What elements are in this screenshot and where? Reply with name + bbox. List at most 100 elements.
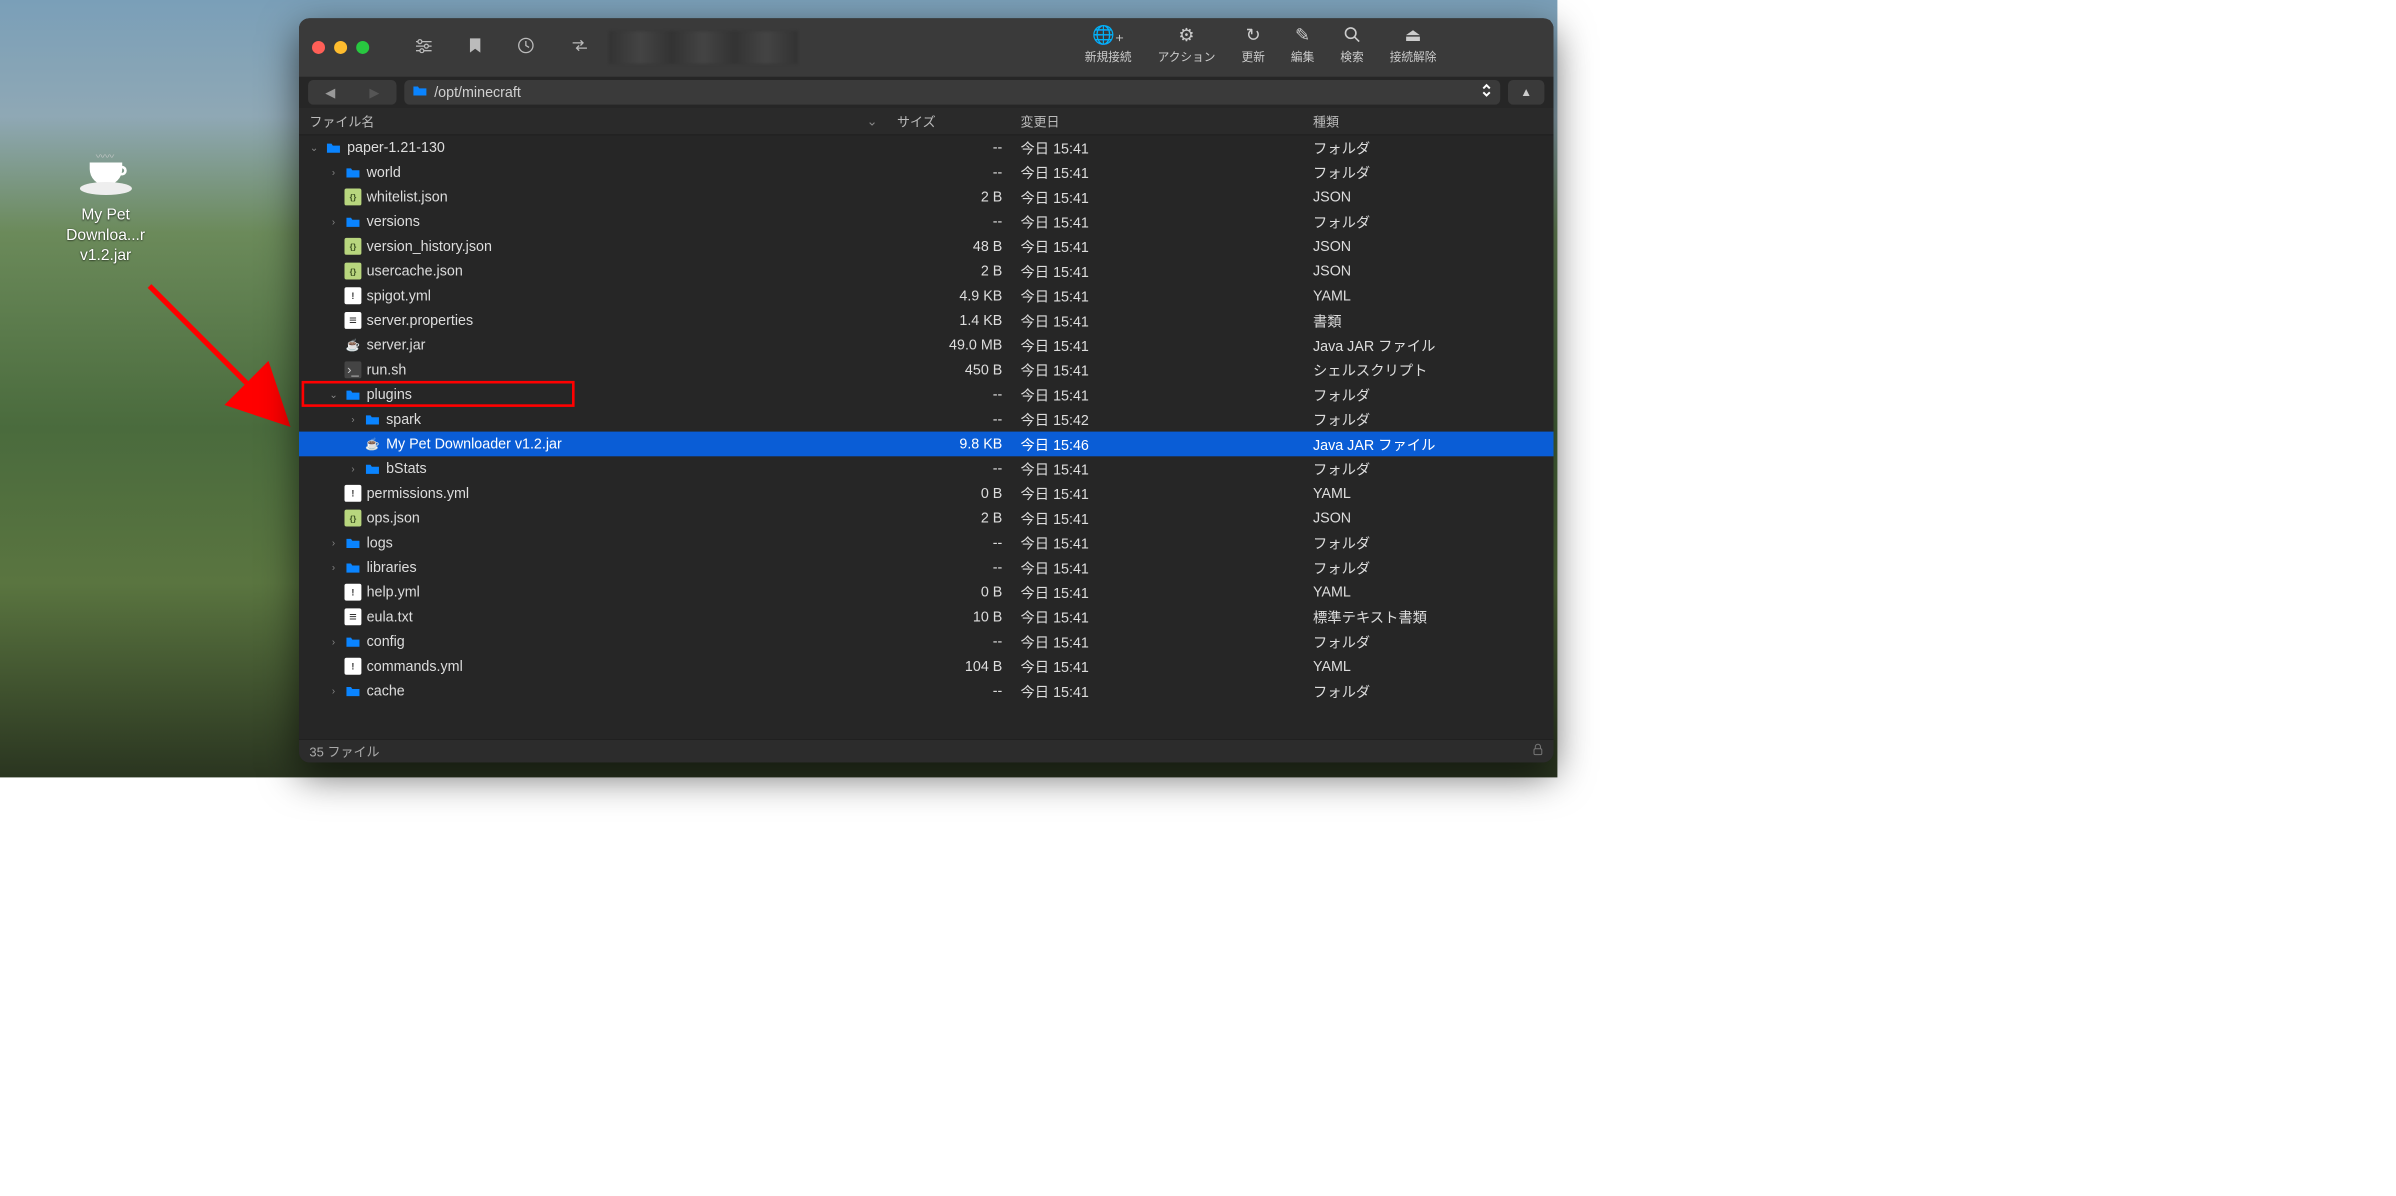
json-icon: {} bbox=[345, 263, 362, 280]
settings-icon[interactable] bbox=[415, 37, 433, 57]
file-row[interactable]: ›versions--今日 15:41フォルダ bbox=[299, 209, 1554, 234]
file-row[interactable]: ›config--今日 15:41フォルダ bbox=[299, 629, 1554, 654]
file-row[interactable]: ›spark--今日 15:42フォルダ bbox=[299, 407, 1554, 432]
disclosure-icon[interactable]: › bbox=[328, 636, 340, 647]
file-row[interactable]: ›cache--今日 15:41フォルダ bbox=[299, 679, 1554, 704]
file-size: -- bbox=[890, 534, 1014, 551]
file-size: -- bbox=[890, 213, 1014, 230]
disclosure-icon[interactable]: › bbox=[347, 414, 359, 425]
action-button[interactable]: ⚙︎ アクション bbox=[1158, 23, 1216, 65]
disclosure-icon[interactable]: › bbox=[347, 463, 359, 474]
file-name: server.properties bbox=[367, 312, 474, 329]
file-size: 2 B bbox=[890, 189, 1014, 206]
disclosure-icon[interactable]: › bbox=[328, 685, 340, 696]
disclosure-icon[interactable]: › bbox=[328, 562, 340, 573]
file-size: 1.4 KB bbox=[890, 312, 1014, 329]
file-kind: 書類 bbox=[1307, 310, 1554, 331]
file-row[interactable]: ☕server.jar49.0 MB今日 15:41Java JAR ファイル bbox=[299, 333, 1554, 358]
disconnect-button[interactable]: ⏏ 接続解除 bbox=[1390, 23, 1437, 65]
transfer-icon[interactable] bbox=[570, 37, 590, 57]
file-size: -- bbox=[890, 633, 1014, 650]
nav-forward-button[interactable]: ▶ bbox=[352, 80, 396, 105]
path-dropdown-icon[interactable] bbox=[1481, 83, 1493, 103]
file-name: cache bbox=[367, 683, 405, 700]
column-date-header[interactable]: 変更日 bbox=[1014, 112, 1307, 131]
file-date: 今日 15:41 bbox=[1014, 631, 1307, 652]
disclosure-icon[interactable]: › bbox=[328, 537, 340, 548]
file-kind: JSON bbox=[1307, 510, 1554, 527]
disclosure-icon[interactable]: › bbox=[328, 216, 340, 227]
file-size: 4.9 KB bbox=[890, 287, 1014, 304]
file-date: 今日 15:41 bbox=[1014, 285, 1307, 306]
titlebar: 🌐₊ 新規接続 ⚙︎ アクション ↻ 更新 ✎ 編集 bbox=[299, 18, 1554, 77]
file-name: usercache.json bbox=[367, 263, 463, 280]
file-date: 今日 15:41 bbox=[1014, 261, 1307, 282]
file-row[interactable]: ›world--今日 15:41フォルダ bbox=[299, 160, 1554, 185]
bookmark-icon[interactable] bbox=[469, 37, 482, 58]
json-icon: {} bbox=[345, 189, 362, 206]
file-row[interactable]: ≡server.properties1.4 KB今日 15:41書類 bbox=[299, 308, 1554, 333]
file-row[interactable]: {}usercache.json2 B今日 15:41JSON bbox=[299, 259, 1554, 284]
file-row[interactable]: ›bStats--今日 15:41フォルダ bbox=[299, 456, 1554, 481]
file-date: 今日 15:42 bbox=[1014, 409, 1307, 430]
file-date: 今日 15:41 bbox=[1014, 458, 1307, 479]
file-row[interactable]: {}whitelist.json2 B今日 15:41JSON bbox=[299, 185, 1554, 210]
file-row[interactable]: {}version_history.json48 B今日 15:41JSON bbox=[299, 234, 1554, 259]
file-row[interactable]: ›logs--今日 15:41フォルダ bbox=[299, 530, 1554, 555]
file-kind: フォルダ bbox=[1307, 557, 1554, 578]
file-kind: YAML bbox=[1307, 658, 1554, 675]
file-row[interactable]: !help.yml0 B今日 15:41YAML bbox=[299, 580, 1554, 605]
window-title-blurred bbox=[609, 31, 798, 64]
search-icon bbox=[1344, 23, 1361, 45]
file-name: config bbox=[367, 633, 405, 650]
folder-icon bbox=[364, 411, 381, 428]
file-row[interactable]: ☕My Pet Downloader v1.2.jar9.8 KB今日 15:4… bbox=[299, 432, 1554, 457]
column-kind-header[interactable]: 種類 bbox=[1307, 112, 1554, 131]
refresh-button[interactable]: ↻ 更新 bbox=[1242, 23, 1265, 65]
path-field[interactable]: /opt/minecraft bbox=[404, 80, 1500, 105]
path-bar: ◀ ▶ /opt/minecraft ▲ bbox=[299, 77, 1554, 108]
file-date: 今日 15:41 bbox=[1014, 310, 1307, 331]
file-name: run.sh bbox=[367, 361, 407, 378]
file-kind: フォルダ bbox=[1307, 458, 1554, 479]
yaml-icon: ! bbox=[345, 485, 362, 502]
file-list[interactable]: ⌄paper-1.21-130--今日 15:41フォルダ›world--今日 … bbox=[299, 135, 1554, 733]
file-kind: フォルダ bbox=[1307, 681, 1554, 702]
desktop-file-icon[interactable]: 〰〰 My Pet Downloa...r v1.2.jar bbox=[49, 156, 163, 266]
file-kind: フォルダ bbox=[1307, 211, 1554, 232]
file-row[interactable]: !commands.yml104 B今日 15:41YAML bbox=[299, 654, 1554, 679]
file-row[interactable]: !permissions.yml0 B今日 15:41YAML bbox=[299, 481, 1554, 506]
file-row[interactable]: ›_run.sh450 B今日 15:41シェルスクリプト bbox=[299, 358, 1554, 383]
column-name-header[interactable]: ファイル名⌄ bbox=[299, 112, 890, 131]
maximize-window-button[interactable] bbox=[356, 41, 369, 54]
file-row[interactable]: !spigot.yml4.9 KB今日 15:41YAML bbox=[299, 283, 1554, 308]
edit-button[interactable]: ✎ 編集 bbox=[1291, 23, 1314, 65]
close-window-button[interactable] bbox=[312, 41, 325, 54]
minimize-window-button[interactable] bbox=[334, 41, 347, 54]
disclosure-icon[interactable]: ⌄ bbox=[308, 142, 320, 154]
search-button[interactable]: 検索 bbox=[1340, 23, 1363, 65]
new-connection-button[interactable]: 🌐₊ 新規接続 bbox=[1085, 23, 1132, 65]
folder-icon bbox=[345, 386, 362, 403]
disclosure-icon[interactable]: › bbox=[328, 167, 340, 178]
file-name: bStats bbox=[386, 460, 427, 477]
file-row[interactable]: ≡eula.txt10 B今日 15:41標準テキスト書類 bbox=[299, 605, 1554, 630]
history-icon[interactable] bbox=[517, 37, 534, 58]
folder-icon bbox=[325, 139, 342, 156]
file-size: 0 B bbox=[890, 584, 1014, 601]
disclosure-icon[interactable]: ⌄ bbox=[328, 389, 340, 401]
go-up-button[interactable]: ▲ bbox=[1508, 80, 1544, 105]
nav-back-button[interactable]: ◀ bbox=[308, 80, 352, 105]
file-row[interactable]: ›libraries--今日 15:41フォルダ bbox=[299, 555, 1554, 580]
column-size-header[interactable]: サイズ bbox=[890, 112, 1014, 131]
file-size: -- bbox=[890, 164, 1014, 181]
file-row[interactable]: ⌄paper-1.21-130--今日 15:41フォルダ bbox=[299, 135, 1554, 160]
jar-icon: ☕ bbox=[364, 435, 381, 452]
folder-icon bbox=[345, 213, 362, 230]
file-row[interactable]: {}ops.json2 B今日 15:41JSON bbox=[299, 506, 1554, 531]
file-size: -- bbox=[890, 411, 1014, 428]
file-size: 10 B bbox=[890, 608, 1014, 625]
pencil-icon: ✎ bbox=[1295, 23, 1310, 45]
file-row[interactable]: ⌄plugins--今日 15:41フォルダ bbox=[299, 382, 1554, 407]
file-name: permissions.yml bbox=[367, 485, 470, 502]
